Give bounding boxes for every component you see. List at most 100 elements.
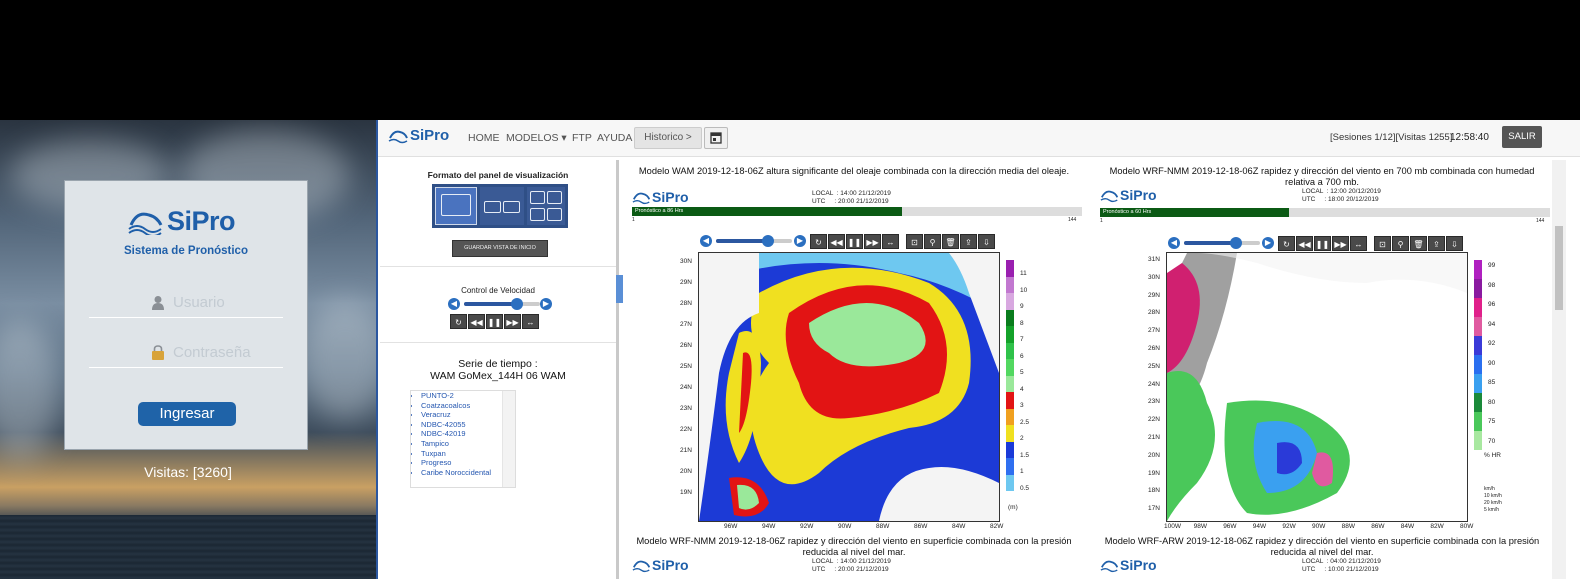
download-icon[interactable]: ⇩ [978, 234, 995, 249]
station-link[interactable]: NDBC-42019 [421, 429, 515, 439]
divider [380, 342, 616, 343]
lat-label: 29N [1148, 291, 1160, 299]
nav-ftp[interactable]: FTP [572, 132, 592, 144]
lat-label: 25N [1148, 362, 1160, 370]
layout-option-1[interactable] [435, 187, 477, 225]
upload-icon[interactable]: ⇪ [960, 234, 977, 249]
station-list-scrollbar[interactable] [502, 391, 515, 487]
zoom-icon[interactable]: ⊡ [1374, 236, 1391, 251]
play-back-icon[interactable]: ◀ [1168, 237, 1180, 249]
login-button[interactable]: Ingresar [138, 402, 236, 426]
refresh-icon[interactable]: ↻ [810, 234, 827, 249]
historico-button[interactable]: Historico > [634, 127, 702, 149]
logo-text: SiPro [410, 127, 450, 144]
station-link[interactable]: NDBC-42055 [421, 420, 515, 430]
logo-wave-icon [632, 560, 651, 573]
delete-icon[interactable]: 🗑 [1410, 236, 1427, 251]
layout-option-4[interactable] [527, 187, 565, 225]
forecast-progress-bar[interactable]: Pronóstico a 86 Hrs [632, 207, 1082, 216]
nav-home[interactable]: HOME [468, 132, 500, 144]
page-scrollbar-thumb[interactable] [1555, 226, 1563, 310]
animation-toolbar: ◀ ▶ ↻ ◀◀ ❚❚ ▶▶ ↔ ⊡ ⚲ 🗑 ⇪ ⇩ [1168, 236, 1488, 251]
speed-up-button[interactable]: ▶ [540, 298, 552, 310]
rewind-icon[interactable]: ◀◀ [1296, 236, 1313, 251]
lat-label: 19N [680, 489, 692, 496]
rewind-icon[interactable]: ◀◀ [828, 234, 845, 249]
colorbar-label: 99 [1488, 262, 1496, 269]
colorbar-segment [1006, 441, 1014, 458]
cloud-shape [300, 300, 376, 420]
station-link[interactable]: Veracruz [421, 410, 515, 420]
page-scrollbar[interactable] [1552, 160, 1566, 579]
pause-icon[interactable]: ❚❚ [846, 234, 863, 249]
frame-slider[interactable] [716, 235, 792, 247]
expand-icon[interactable]: ↔ [882, 234, 899, 249]
station-link[interactable]: PUNTO-2 [421, 391, 515, 401]
map-pin-icon[interactable]: ⚲ [924, 234, 941, 249]
fast-forward-icon[interactable]: ▶▶ [1332, 236, 1349, 251]
navbar-logo[interactable]: SiPro [388, 128, 449, 144]
lon-label: 82W [990, 523, 1004, 530]
nav-modelos[interactable]: MODELOS ▾ [506, 132, 567, 144]
refresh-icon[interactable]: ↻ [1278, 236, 1295, 251]
play-forward-icon[interactable]: ▶ [794, 235, 806, 247]
expand-icon[interactable]: ↔ [522, 314, 539, 329]
lon-label: 92W [800, 523, 814, 530]
lon-label: 86W [1371, 523, 1385, 530]
play-forward-icon[interactable]: ▶ [1262, 237, 1274, 249]
frame-slider-knob[interactable] [762, 235, 774, 247]
lock-icon [152, 345, 164, 360]
frame-slider-knob[interactable] [1230, 237, 1242, 249]
station-link[interactable]: Caribe Noroccidental [421, 468, 515, 478]
colorbar-segment [1006, 260, 1014, 277]
forecast-panel: Modelo WRF-NMM 2019-12-18-06Z rapidez y … [628, 536, 1080, 579]
frame-slider[interactable] [1184, 237, 1260, 249]
forecast-progress-bar[interactable]: Pronóstico a 60 Hrs [1100, 208, 1550, 217]
panel-title: Modelo WRF-ARW 2019-12-18-06Z rapidez y … [1104, 536, 1540, 557]
logout-button[interactable]: SALIR [1502, 126, 1542, 148]
map-pin-icon[interactable]: ⚲ [1392, 236, 1409, 251]
colorbar-segment [1006, 392, 1014, 409]
panel-title: Modelo WRF-NMM 2019-12-18-06Z rapidez y … [1109, 166, 1535, 187]
logo-text: SiPro [1120, 557, 1157, 573]
calendar-button[interactable] [704, 127, 728, 149]
speed-slider[interactable] [464, 298, 540, 310]
username-field[interactable]: Usuario [89, 291, 283, 318]
layout-selector [432, 184, 568, 228]
delete-icon[interactable]: 🗑 [942, 234, 959, 249]
colorbar-label: 8 [1020, 319, 1024, 327]
station-link[interactable]: Tuxpan [421, 449, 515, 459]
colorbar-label: 96 [1488, 301, 1496, 308]
play-back-icon[interactable]: ◀ [700, 235, 712, 247]
speed-slider-knob[interactable] [511, 298, 524, 310]
nav-ayuda[interactable]: AYUDA [597, 132, 632, 144]
colorbar-segment [1006, 474, 1014, 491]
lat-label: 27N [1148, 327, 1160, 335]
upload-icon[interactable]: ⇪ [1428, 236, 1445, 251]
sipro-logo: SiPro [127, 207, 236, 235]
password-field[interactable]: Contraseña [89, 341, 283, 368]
clock: 12:58:40 [1450, 132, 1489, 143]
logo-wave-icon [1100, 560, 1119, 573]
layout-option-2[interactable] [480, 187, 524, 225]
fast-forward-icon[interactable]: ▶▶ [504, 314, 521, 329]
save-view-button[interactable]: GUARDAR VISTA DE INICIO [452, 240, 548, 257]
download-icon[interactable]: ⇩ [1446, 236, 1463, 251]
zoom-icon[interactable]: ⊡ [906, 234, 923, 249]
sidebar-splitter[interactable] [616, 275, 623, 303]
speed-down-button[interactable]: ◀ [448, 298, 460, 310]
station-link[interactable]: Tampico [421, 439, 515, 449]
expand-icon[interactable]: ↔ [1350, 236, 1367, 251]
refresh-icon[interactable]: ↻ [450, 314, 467, 329]
station-link[interactable]: Progreso [421, 458, 515, 468]
colorbar-label: 94 [1488, 320, 1496, 328]
lat-label: 21N [680, 447, 692, 454]
colorbar-segment [1474, 355, 1482, 374]
station-link[interactable]: Coatzacoalcos [421, 401, 515, 411]
rewind-icon[interactable]: ◀◀ [468, 314, 485, 329]
pause-icon[interactable]: ❚❚ [486, 314, 503, 329]
colorbar-label: 1.5 [1020, 451, 1030, 459]
layout-4-icon [547, 191, 562, 204]
fast-forward-icon[interactable]: ▶▶ [864, 234, 881, 249]
pause-icon[interactable]: ❚❚ [1314, 236, 1331, 251]
